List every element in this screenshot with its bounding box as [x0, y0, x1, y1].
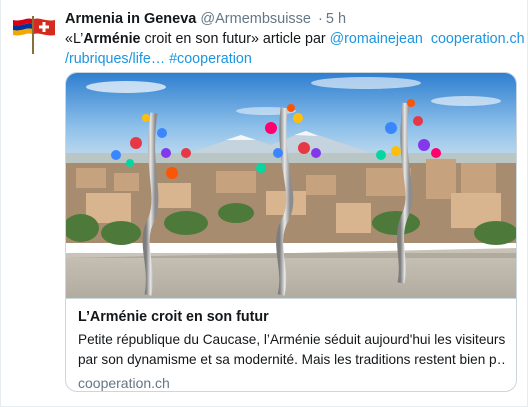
link-card[interactable]: L’Arménie croit en son futur Petite répu…: [65, 72, 517, 392]
card-description-line-1: Petite république du Caucase, l’Arménie …: [78, 332, 506, 347]
display-name[interactable]: Armenia in Geneva: [65, 11, 196, 27]
tweet-text-line-1: «L’Arménie croit en son futur» article p…: [65, 29, 525, 49]
tweet-text: «L’Arménie croit en son futur» article p…: [65, 29, 525, 69]
separator: ·: [318, 11, 323, 27]
yerevan-cascade-sculptures-image: [66, 73, 516, 298]
mention-link[interactable]: @romainejean: [330, 31, 423, 47]
card-image[interactable]: [66, 73, 516, 298]
hashtag-link[interactable]: #cooperation: [169, 51, 252, 67]
bold-word: Arménie: [83, 31, 141, 47]
tweet-header: Armenia in Geneva @Armembsuisse · 5 h: [65, 9, 346, 29]
card-body[interactable]: L’Arménie croit en son futur Petite répu…: [66, 298, 516, 391]
open-quote: «L’: [65, 31, 84, 47]
article-link[interactable]: cooperation.ch: [431, 31, 525, 47]
card-description-line-2: par son dynamisme et sa modernité. Mais …: [78, 352, 506, 367]
tweet[interactable]: Armenia in Geneva @Armembsuisse · 5 h «L’…: [0, 0, 528, 407]
user-handle[interactable]: @Armembsuisse: [200, 11, 311, 27]
article-link-continued[interactable]: /rubriques/life…: [65, 51, 165, 67]
armenia-switzerland-flags-icon: [13, 16, 55, 54]
text-after-bold: croit en son futur» article par: [140, 31, 330, 47]
timestamp[interactable]: 5 h: [326, 11, 346, 27]
card-title[interactable]: L’Arménie croit en son futur: [78, 307, 506, 327]
tweet-text-line-2: /rubriques/life… #cooperation: [65, 49, 515, 69]
avatar[interactable]: [11, 14, 57, 56]
card-domain[interactable]: cooperation.ch: [78, 373, 506, 391]
card-description: Petite république du Caucase, l’Arménie …: [78, 330, 506, 370]
